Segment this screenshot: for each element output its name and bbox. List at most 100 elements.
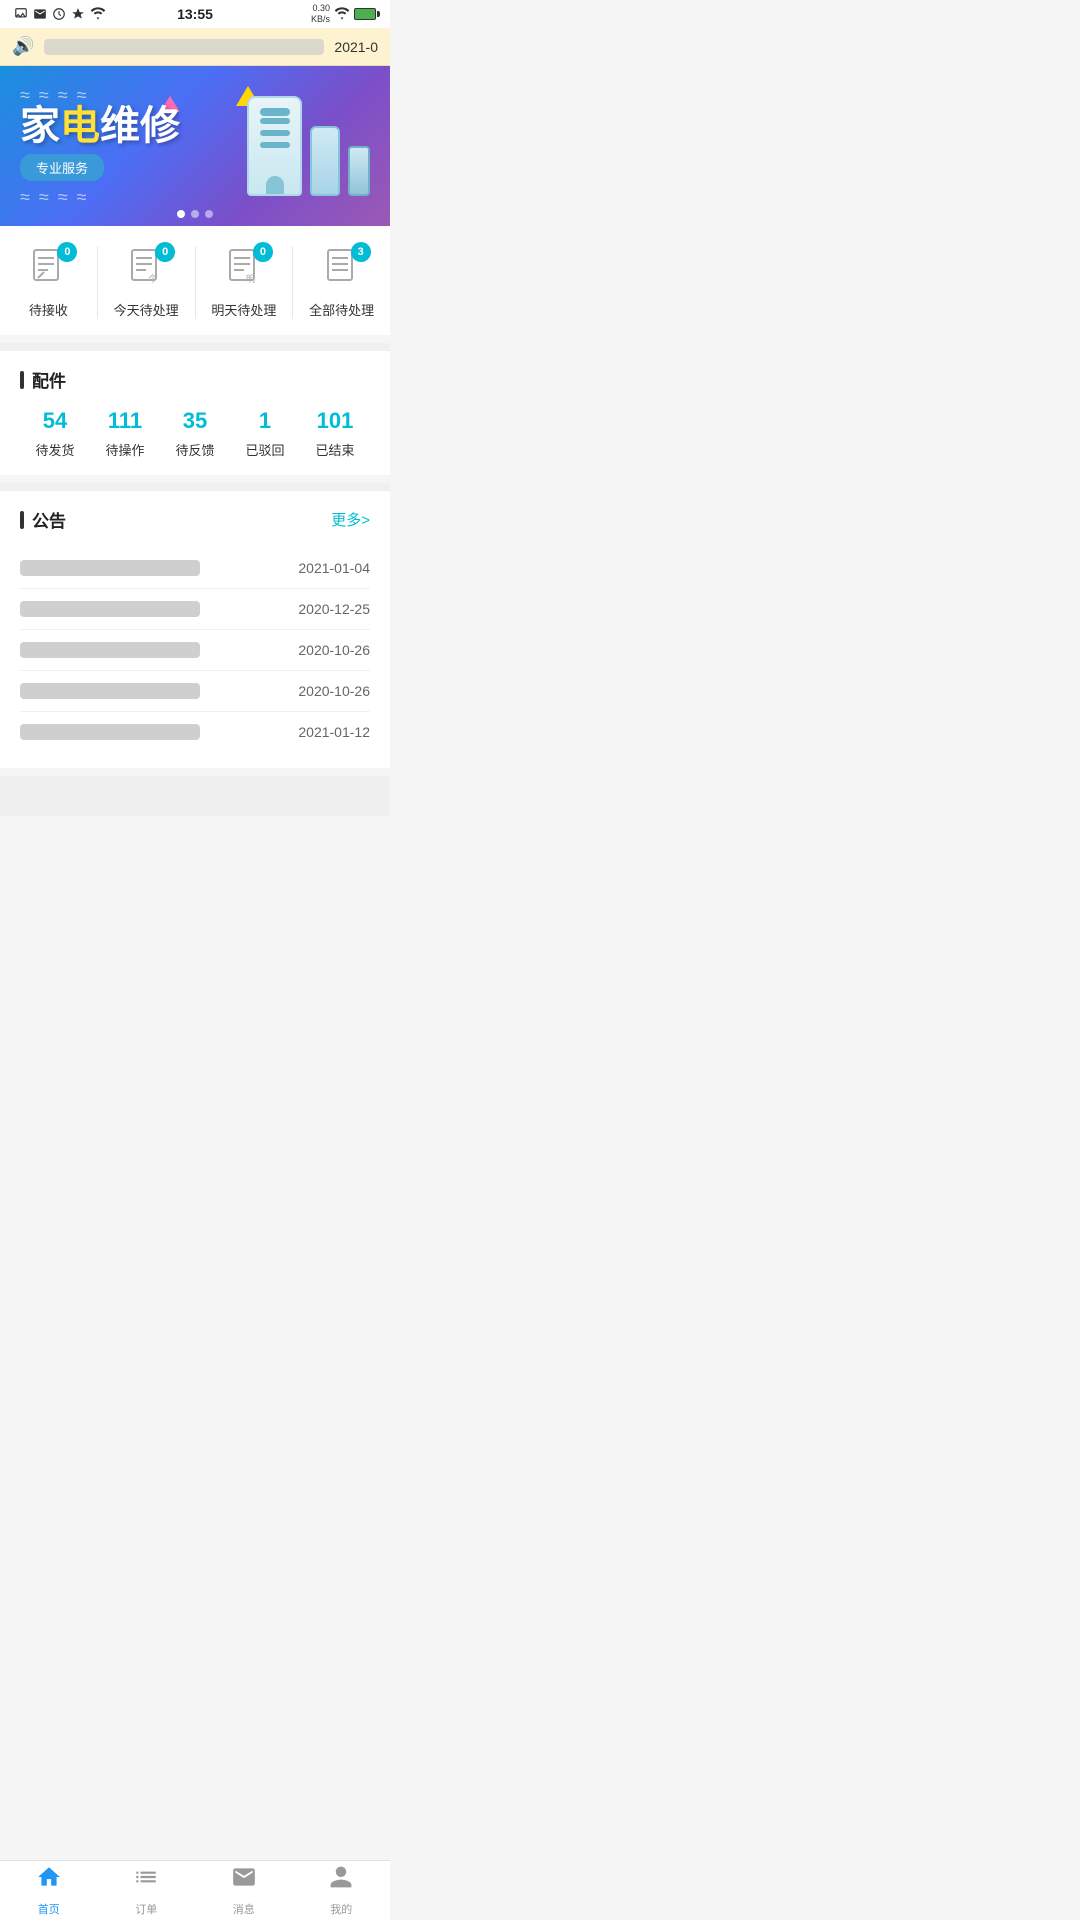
mine-icon xyxy=(328,1864,354,1897)
announcement-date-3: 2020-10-26 xyxy=(298,642,370,658)
status-right: 0.30KB/s xyxy=(311,3,376,25)
notification-content xyxy=(44,39,324,55)
acc-count-finished: 101 xyxy=(317,408,354,434)
banner-waves: ≈ ≈ ≈ ≈ xyxy=(20,85,180,106)
announcement-date-1: 2021-01-04 xyxy=(298,560,370,576)
stat-label-3: 明天待处理 xyxy=(211,300,276,319)
announcement-title-bar-2 xyxy=(20,601,200,617)
acc-label-feedback: 待反馈 xyxy=(175,440,214,459)
divider-2 xyxy=(0,483,390,491)
announcement-list: 2021-01-04 2020-12-25 2020-10-26 2020-10… xyxy=(20,548,370,752)
acc-label-operation: 待操作 xyxy=(105,440,144,459)
acc-label-finished: 已结束 xyxy=(315,440,354,459)
acc-count-shipping: 54 xyxy=(43,408,67,434)
nav-orders[interactable]: 订单 xyxy=(98,1861,196,1920)
appliance-tiny xyxy=(348,146,370,196)
announcements-title: 公告 xyxy=(20,507,66,532)
announcement-title-bar-1 xyxy=(20,560,200,576)
announcements-section: 公告 更多> 2021-01-04 2020-12-25 2020-10-26 … xyxy=(0,491,390,768)
acc-label-shipping: 待发货 xyxy=(35,440,74,459)
acc-feedback[interactable]: 35 待反馈 xyxy=(175,408,214,459)
status-bar: 13:55 0.30KB/s xyxy=(0,0,390,28)
nav-home[interactable]: 首页 xyxy=(0,1861,98,1920)
announcement-date-4: 2020-10-26 xyxy=(298,683,370,699)
acc-operation[interactable]: 111 待操作 xyxy=(105,408,144,459)
banner-dot-3[interactable] xyxy=(205,210,213,218)
appliance-air-conditioner xyxy=(247,96,302,196)
banner-title: 家电维修 xyxy=(20,106,180,146)
stat-icon-wrap-4: 3 xyxy=(317,246,367,292)
messages-icon xyxy=(231,1864,257,1897)
announcement-title-bar-3 xyxy=(20,642,200,658)
appliance-small xyxy=(310,126,340,196)
orders-icon xyxy=(133,1864,159,1897)
footer-space xyxy=(0,776,390,816)
battery-icon xyxy=(354,8,376,20)
banner-text: ≈ ≈ ≈ ≈ 家电维修 专业服务 ≈ ≈ ≈ ≈ xyxy=(20,85,180,208)
announcement-title-bar-5 xyxy=(20,724,200,740)
svg-text:今: 今 xyxy=(148,273,157,284)
announcement-item-1[interactable]: 2021-01-04 xyxy=(20,548,370,589)
nav-mine-label: 我的 xyxy=(330,1901,352,1917)
network-speed: 0.30KB/s xyxy=(311,3,330,25)
banner-dots xyxy=(177,210,213,218)
status-icons xyxy=(14,7,106,21)
banner-appliances xyxy=(247,96,370,196)
announcements-title-text: 公告 xyxy=(32,507,66,532)
acc-rejected[interactable]: 1 已驳回 xyxy=(245,408,284,459)
stat-tomorrow-pending[interactable]: 明 0 明天待处理 xyxy=(196,246,294,319)
banner-subtitle: 专业服务 xyxy=(20,154,104,181)
announcement-date-2: 2020-12-25 xyxy=(298,601,370,617)
svg-text:明: 明 xyxy=(246,274,255,284)
acc-label-rejected: 已驳回 xyxy=(245,440,284,459)
accessories-title: 配件 xyxy=(20,367,370,392)
stat-icon-wrap-3: 明 0 xyxy=(219,246,269,292)
stat-badge-2: 0 xyxy=(155,242,175,262)
announcement-item-4[interactable]: 2020-10-26 xyxy=(20,671,370,712)
banner-dot-1[interactable] xyxy=(177,210,185,218)
svg-text:←: ← xyxy=(36,274,46,285)
nav-orders-label: 订单 xyxy=(135,1901,157,1917)
bottom-nav: 首页 订单 消息 我的 xyxy=(0,1860,390,1920)
stat-waiting-receive[interactable]: ← 0 待接收 xyxy=(0,246,98,319)
home-icon xyxy=(36,1864,62,1897)
acc-count-operation: 111 xyxy=(108,408,142,434)
notification-bar: 🔊 2021-0 xyxy=(0,28,390,66)
stat-badge-4: 3 xyxy=(351,242,371,262)
stat-badge-1: 0 xyxy=(57,242,77,262)
notification-date: 2021-0 xyxy=(334,39,378,55)
accessories-grid: 54 待发货 111 待操作 35 待反馈 1 已驳回 101 已结束 xyxy=(20,408,370,459)
acc-count-rejected: 1 xyxy=(259,408,271,434)
quick-stats-section: ← 0 待接收 今 0 xyxy=(0,226,390,335)
speaker-icon: 🔊 xyxy=(12,36,34,57)
announcement-title-bar-4 xyxy=(20,683,200,699)
nav-mine[interactable]: 我的 xyxy=(293,1861,391,1920)
stat-icon-wrap-1: ← 0 xyxy=(23,246,73,292)
divider-1 xyxy=(0,343,390,351)
acc-shipping[interactable]: 54 待发货 xyxy=(35,408,74,459)
announcements-header: 公告 更多> xyxy=(20,507,370,532)
announcement-item-2[interactable]: 2020-12-25 xyxy=(20,589,370,630)
stat-all-pending[interactable]: 3 全部待处理 xyxy=(293,246,390,319)
banner: ≈ ≈ ≈ ≈ 家电维修 专业服务 ≈ ≈ ≈ ≈ xyxy=(0,66,390,226)
nav-messages[interactable]: 消息 xyxy=(195,1861,293,1920)
nav-home-label: 首页 xyxy=(38,1901,60,1917)
announcement-item-3[interactable]: 2020-10-26 xyxy=(20,630,370,671)
stat-icon-wrap-2: 今 0 xyxy=(121,246,171,292)
banner-waves-bottom: ≈ ≈ ≈ ≈ xyxy=(20,187,180,208)
accessories-section: 配件 54 待发货 111 待操作 35 待反馈 1 已驳回 101 已结束 xyxy=(0,351,390,475)
banner-dot-2[interactable] xyxy=(191,210,199,218)
stat-label-2: 今天待处理 xyxy=(114,300,179,319)
accessories-title-text: 配件 xyxy=(32,367,66,392)
announcement-date-5: 2021-01-12 xyxy=(298,724,370,740)
acc-finished[interactable]: 101 已结束 xyxy=(315,408,354,459)
announcement-item-5[interactable]: 2021-01-12 xyxy=(20,712,370,752)
stat-badge-3: 0 xyxy=(253,242,273,262)
stat-label-1: 待接收 xyxy=(29,300,68,319)
more-link[interactable]: 更多> xyxy=(331,509,370,530)
acc-count-feedback: 35 xyxy=(183,408,207,434)
stat-label-4: 全部待处理 xyxy=(309,300,374,319)
nav-messages-label: 消息 xyxy=(233,1901,255,1917)
stat-today-pending[interactable]: 今 0 今天待处理 xyxy=(98,246,196,319)
status-time: 13:55 xyxy=(177,6,213,22)
